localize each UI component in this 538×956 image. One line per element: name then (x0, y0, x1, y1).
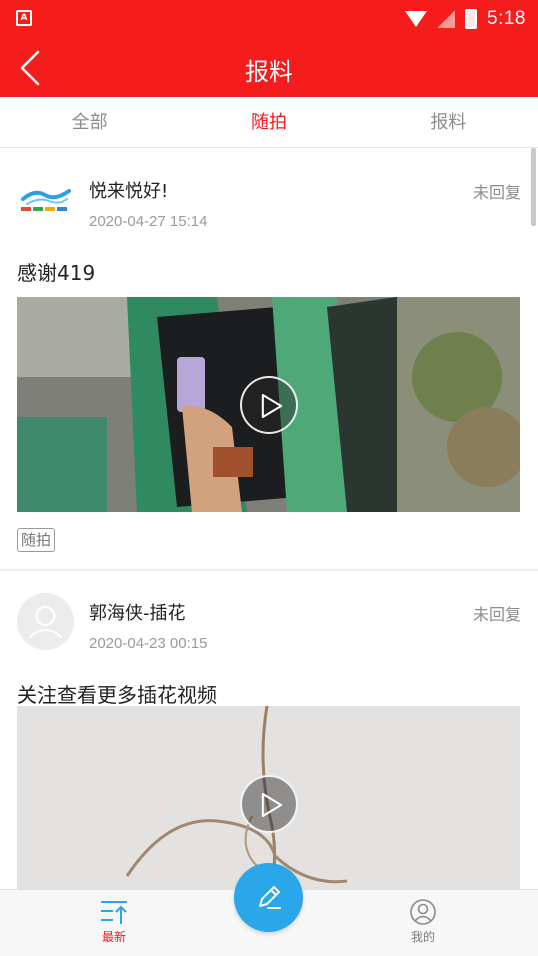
nav-latest[interactable]: 最新 (84, 898, 144, 945)
status-time: 5:18 (487, 8, 526, 29)
wifi-icon (405, 11, 428, 27)
app-notification-icon: A (16, 10, 32, 26)
page-title: 报料 (245, 58, 293, 86)
reply-status: 未回复 (472, 605, 521, 624)
post-tag[interactable]: 随拍 (17, 528, 56, 552)
signal-icon (437, 10, 456, 28)
pencil-icon (259, 886, 281, 909)
user-placeholder-icon (29, 606, 62, 638)
tab-snapshot[interactable]: 随拍 (179, 97, 358, 147)
play-button[interactable] (239, 375, 298, 434)
play-icon (261, 393, 282, 418)
compose-button[interactable] (234, 863, 303, 932)
nav-latest-label: 最新 (101, 930, 126, 944)
nav-mine[interactable]: 我的 (393, 898, 453, 945)
tab-all[interactable]: 全部 (0, 97, 179, 147)
app-header: 报料 (0, 38, 538, 97)
post-card[interactable]: 悦来悦好! 2020-04-27 15:14 未回复 感谢419 随拍 (0, 149, 538, 569)
post-timestamp: 2020-04-23 00:15 (89, 635, 208, 652)
post-username[interactable]: 郭海侠-插花 (89, 599, 186, 625)
avatar[interactable] (17, 593, 74, 650)
status-icons: 5:18 (405, 6, 526, 32)
post-username[interactable]: 悦来悦好! (89, 177, 168, 203)
status-bar: A 5:18 (0, 0, 538, 38)
tab-report[interactable]: 报料 (359, 97, 538, 147)
latest-list-icon (101, 901, 127, 924)
avatar[interactable] (17, 171, 74, 228)
category-tabs: 全部 随拍 报料 (0, 97, 538, 148)
play-button[interactable] (239, 774, 298, 833)
post-text[interactable]: 感谢419 (17, 257, 95, 286)
post-text[interactable]: 关注查看更多插花视频 (17, 679, 217, 708)
battery-icon (465, 9, 478, 29)
profile-icon (410, 899, 436, 925)
reply-status: 未回复 (472, 183, 521, 202)
post-timestamp: 2020-04-27 15:14 (89, 213, 208, 230)
nav-mine-label: 我的 (410, 930, 435, 944)
video-thumbnail[interactable] (17, 297, 520, 512)
scrollbar[interactable] (531, 148, 536, 226)
post-card[interactable]: 郭海侠-插花 2020-04-23 00:15 未回复 关注查看更多插花视频 (0, 571, 538, 901)
play-icon (261, 792, 282, 817)
channel-logo-icon (21, 189, 71, 211)
